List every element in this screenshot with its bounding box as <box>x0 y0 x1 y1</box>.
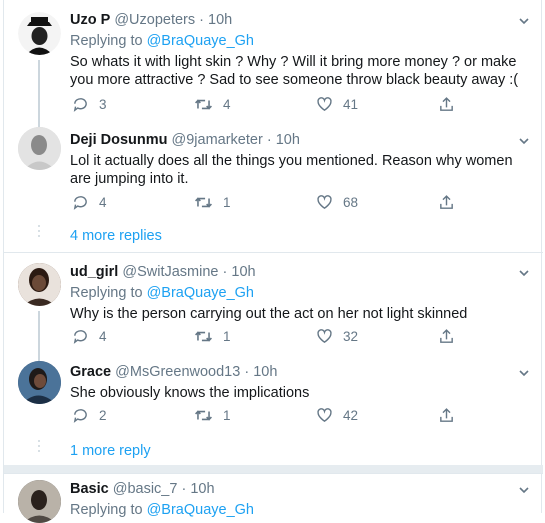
like-button[interactable]: 42 <box>316 406 358 424</box>
tweet-basic[interactable]: Basic @basic_7 · 10h Replying to @BraQua… <box>4 474 543 523</box>
like-button[interactable]: 32 <box>316 327 358 345</box>
like-count: 41 <box>343 96 359 112</box>
chevron-down-icon[interactable] <box>517 14 531 28</box>
thread-line <box>38 351 40 361</box>
share-button[interactable] <box>438 406 455 424</box>
timestamp[interactable]: 10h <box>208 12 232 28</box>
share-icon <box>440 194 453 209</box>
tweet-text: She obviously knows the implications <box>70 385 310 401</box>
avatar[interactable] <box>18 480 61 523</box>
reply-button[interactable]: 4 <box>72 327 107 345</box>
reply-button[interactable]: 4 <box>72 193 107 211</box>
tweet-grace[interactable]: Grace @MsGreenwood13 · 10h She obviously… <box>4 351 543 437</box>
heart-icon <box>317 194 332 209</box>
replying-to: Replying to @BraQuaye_Gh <box>70 502 254 518</box>
display-name[interactable]: Grace <box>70 364 111 380</box>
retweet-count: 1 <box>223 407 231 423</box>
thread-line <box>38 60 40 120</box>
more-replies-dots <box>38 440 40 455</box>
heart-icon <box>317 96 332 111</box>
tweet-ud-girl[interactable]: ud_girl @SwitJasmine · 10h Replying to @… <box>4 253 543 351</box>
share-icon <box>440 328 453 343</box>
handle[interactable]: @MsGreenwood13 <box>115 364 240 380</box>
handle[interactable]: @Uzopeters <box>114 12 195 28</box>
reply-button[interactable]: 3 <box>72 95 107 113</box>
retweet-icon <box>195 330 212 342</box>
display-name[interactable]: Basic <box>70 481 109 497</box>
like-count: 32 <box>343 328 359 344</box>
handle[interactable]: @basic_7 <box>113 481 178 497</box>
like-button[interactable]: 68 <box>316 193 358 211</box>
retweet-count: 1 <box>223 194 231 210</box>
like-count: 68 <box>343 194 359 210</box>
handle[interactable]: @SwitJasmine <box>122 264 218 280</box>
reply-icon <box>73 408 87 423</box>
timestamp[interactable]: 10h <box>253 364 277 380</box>
timestamp[interactable]: 10h <box>231 264 255 280</box>
retweet-icon <box>195 196 212 208</box>
reply-count: 2 <box>99 407 107 423</box>
avatar[interactable] <box>18 263 61 306</box>
tweet-text: So whats it with light skin ? Why ? Will… <box>70 54 519 88</box>
thread-line <box>38 120 40 127</box>
avatar[interactable] <box>18 361 61 404</box>
tweet-deji-dosunmu[interactable]: Deji Dosunmu @9jamarketer · 10h Lol it a… <box>4 120 543 220</box>
share-button[interactable] <box>438 327 455 345</box>
tweet-text: Lol it actually does all the things you … <box>70 153 513 187</box>
share-icon <box>440 96 453 111</box>
section-gap <box>4 465 543 473</box>
replying-to: Replying to @BraQuaye_Gh <box>70 285 254 301</box>
reply-count: 3 <box>99 96 107 112</box>
reply-icon <box>73 97 87 112</box>
avatar[interactable] <box>18 12 61 55</box>
timestamp[interactable]: 10h <box>276 132 300 148</box>
retweet-icon <box>195 98 212 110</box>
show-more-replies-link[interactable]: 1 more reply <box>70 443 151 459</box>
display-name[interactable]: Deji Dosunmu <box>70 132 167 148</box>
tweet-uzo-p[interactable]: Uzo P @Uzopeters · 10h Replying to @BraQ… <box>4 0 543 120</box>
mention-link[interactable]: @BraQuaye_Gh <box>147 285 254 301</box>
more-replies-dots <box>38 225 40 240</box>
retweet-button[interactable]: 4 <box>194 95 231 113</box>
reply-button[interactable]: 2 <box>72 406 107 424</box>
mention-link[interactable]: @BraQuaye_Gh <box>147 33 254 49</box>
heart-icon <box>317 328 332 343</box>
chevron-down-icon[interactable] <box>517 266 531 280</box>
retweet-button[interactable]: 1 <box>194 406 231 424</box>
chevron-down-icon[interactable] <box>517 134 531 148</box>
avatar[interactable] <box>18 127 61 170</box>
display-name[interactable]: Uzo P <box>70 12 110 28</box>
display-name[interactable]: ud_girl <box>70 264 118 280</box>
chevron-down-icon[interactable] <box>517 483 531 497</box>
conversation-thread: Uzo P @Uzopeters · 10h Replying to @BraQ… <box>3 0 543 523</box>
reply-count: 4 <box>99 194 107 210</box>
chevron-down-icon[interactable] <box>517 366 531 380</box>
tweet-text: Why is the person carrying out the act o… <box>70 306 468 322</box>
share-icon <box>440 407 453 422</box>
retweet-count: 1 <box>223 328 231 344</box>
show-more-replies-link[interactable]: 4 more replies <box>70 228 162 244</box>
share-button[interactable] <box>438 193 455 211</box>
reply-count: 4 <box>99 328 107 344</box>
reply-icon <box>73 329 87 344</box>
retweet-icon <box>195 409 212 421</box>
retweet-count: 4 <box>223 96 231 112</box>
mention-link[interactable]: @BraQuaye_Gh <box>147 502 254 518</box>
retweet-button[interactable]: 1 <box>194 193 231 211</box>
retweet-button[interactable]: 1 <box>194 327 231 345</box>
handle[interactable]: @9jamarketer <box>172 132 263 148</box>
reply-icon <box>73 195 87 210</box>
like-count: 42 <box>343 407 359 423</box>
replying-to: Replying to @BraQuaye_Gh <box>70 33 254 49</box>
thread-line <box>38 311 40 351</box>
like-button[interactable]: 41 <box>316 95 358 113</box>
timestamp[interactable]: 10h <box>190 481 214 497</box>
share-button[interactable] <box>438 95 455 113</box>
heart-icon <box>317 407 332 422</box>
